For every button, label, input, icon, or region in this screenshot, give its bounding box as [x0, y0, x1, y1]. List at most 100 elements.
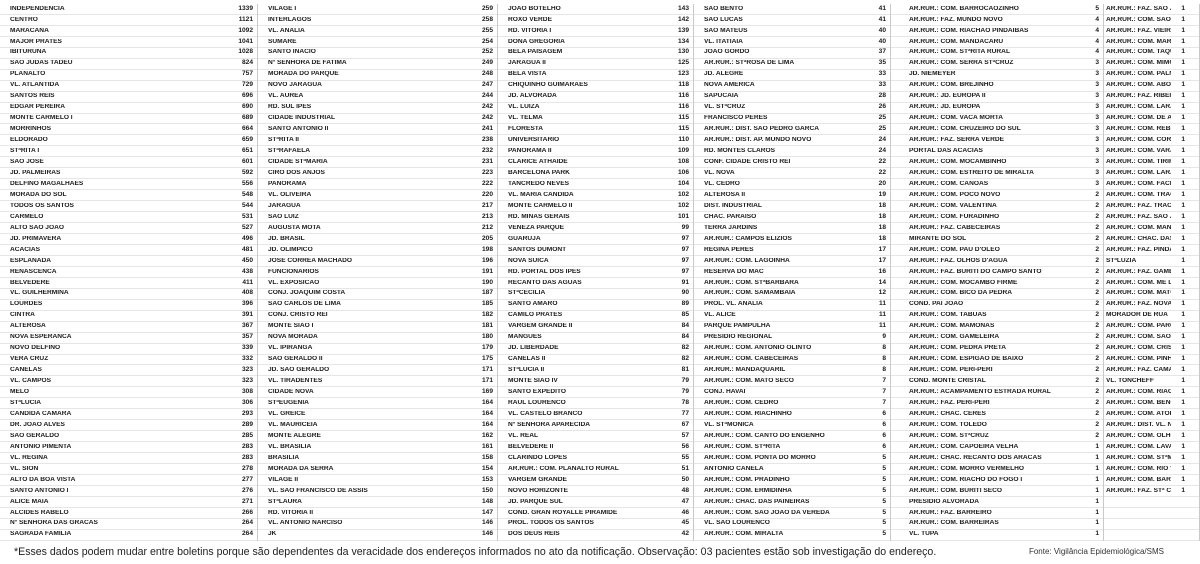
neighborhood-name: JD. PALMEIRAS	[10, 169, 61, 176]
table-row: VL. CASTELO BRANCO 77	[498, 409, 693, 421]
table-row: REGINA PERES 17	[694, 245, 890, 256]
case-count: 248	[481, 70, 493, 78]
neighborhood-name: CIRO DOS ANJOS	[268, 169, 325, 176]
case-count: 125	[677, 59, 689, 67]
table-row: AR.RUR.: COM. RIO VERDE 1	[1104, 464, 1199, 475]
table-row: AR.RUR.: COM. VARJOTA 1	[1104, 146, 1199, 158]
neighborhood-name: NOVO JARAGUA	[268, 82, 322, 89]
case-count: 154	[481, 464, 493, 472]
table-row: CONJ. HAVAI 7	[694, 387, 890, 399]
case-count: 146	[481, 530, 493, 538]
table-row: AR.RUR.: FAZ. TRACADAL 1	[1104, 201, 1199, 213]
neighborhood-name: AR.RUR.: CHAC. RECANTO DOS ARACAS	[909, 454, 1042, 461]
table-row: AR.RUR.: FAZ. PERI-PERI 2	[891, 398, 1103, 410]
case-count: 1	[1181, 431, 1185, 439]
case-count: 3	[1095, 125, 1099, 133]
neighborhood-name: VL. CEDRO	[704, 180, 740, 187]
table-row: AR.RUR.: COM. MAMONAS 2	[891, 322, 1103, 333]
neighborhood-name: MORADA DO SOL	[10, 191, 67, 198]
neighborhood-name: RD. SUL IPES	[268, 104, 312, 111]
case-count: 2	[1095, 212, 1099, 220]
neighborhood-name: ANTONIO CANELA	[704, 465, 764, 472]
table-row: VL. SAO FRANCISCO DE ASSIS 150	[258, 486, 497, 497]
case-count: 1	[1181, 103, 1185, 111]
table-row: AR.RUR.: COM. CANTO DO ENGENHO 6	[694, 431, 890, 443]
neighborhood-name: NOVA AMERICA	[704, 82, 755, 89]
case-count: 97	[681, 234, 689, 242]
neighborhood-name: VL. SION	[10, 465, 39, 472]
table-row: AR.RUR.: CHAC. RECANTO DOS ARACAS 1	[891, 453, 1103, 465]
case-count: 2	[1095, 322, 1099, 330]
neighborhood-name: VARGEM GRANDE II	[508, 323, 573, 330]
table-row: AR.RUR.: COM. MOCAMBO FIRME 2	[891, 278, 1103, 289]
case-count: 42	[681, 530, 689, 538]
neighborhood-name: RD. PORTAL DOS IPES	[508, 268, 581, 275]
case-count: 1	[1095, 530, 1099, 538]
footer: *Esses dados podem mudar entre boletins …	[0, 543, 1200, 564]
table-row: AR.RUR.: COM. CEDRO 7	[694, 398, 890, 410]
neighborhood-name: COND. PAI JOAO	[909, 301, 964, 308]
neighborhood-name: AR.RUR.: COM. ESTREITO DE MIRALTA	[909, 169, 1034, 176]
neighborhood-name: AR.RUR.: COM. SAMAMBAIA	[704, 290, 796, 297]
table-row: RD. MONTES CLAROS 24	[694, 146, 890, 158]
table-row: AR.RUR.: COM. MANGARITO 1	[1104, 223, 1199, 235]
case-count: 222	[481, 179, 493, 187]
neighborhood-name: VL. ITATIAIA	[704, 38, 743, 45]
neighborhood-name: AR.RUR.: COM. MOCAMBINHO	[909, 159, 1007, 166]
neighborhood-name: AR.RUR.: FAZ. GAMELEIRA	[1106, 268, 1171, 275]
case-count: 97	[681, 256, 689, 264]
case-count: 2	[1095, 278, 1099, 286]
neighborhood-name: LOURDES	[10, 301, 43, 308]
case-count: 2	[1095, 201, 1099, 209]
case-count: 1	[1181, 4, 1185, 12]
neighborhood-name: AR.RUR.: COM. SERRA STªCRUZ	[909, 60, 1014, 67]
neighborhood-name: AR.RUR.: COM. MARCELA	[1106, 38, 1171, 45]
case-count: 143	[677, 4, 689, 12]
table-row: AR.RUR.: COM. REBENTAO DOS FERROS 1	[1104, 124, 1199, 136]
table-row: EDGAR PEREIRA 690	[0, 103, 257, 114]
case-count: 244	[481, 92, 493, 100]
case-count: 241	[481, 125, 493, 133]
neighborhood-name: AR.RUR.: COM. LAGOINHA	[704, 257, 790, 264]
table-row: MONTE SIAO IV 79	[498, 376, 693, 388]
case-count: 1	[1181, 333, 1185, 341]
neighborhood-name: RESERVA DO MAC	[704, 268, 764, 275]
neighborhood-name: AR.RUR.: COM. BARROCAOZINHO	[909, 5, 1019, 12]
table-row: RENASCENCA 438	[0, 267, 257, 278]
neighborhood-name: VL. ATLANTIDA	[10, 82, 60, 89]
case-count: 4	[1095, 15, 1099, 23]
case-count: 50	[681, 475, 689, 483]
table-row: JD. LIBERDADE 82	[498, 344, 693, 355]
case-count: 181	[481, 322, 493, 330]
neighborhood-name: PRESIDIO REGIONAL	[704, 334, 773, 341]
table-row: ALICE MAIA 271	[0, 497, 257, 508]
case-count: 323	[241, 366, 253, 374]
case-count: 1	[1181, 256, 1185, 264]
table-row: AR.RUR.: COM. TOLEDO 2	[891, 420, 1103, 432]
neighborhood-name: AR.RUR.: FAZ. CAMARA	[1106, 367, 1171, 374]
table-row: AR.RUR.: DIST. AP. MUNDO NOVO 24	[694, 135, 890, 147]
case-count: 12	[878, 289, 886, 297]
neighborhood-name: VL. TELMA	[508, 115, 543, 122]
case-count: 84	[681, 333, 689, 341]
case-count: 1	[1181, 300, 1185, 308]
case-count: 97	[681, 245, 689, 253]
neighborhood-name: AR.RUR.: COM. VARJOTA	[1106, 148, 1171, 155]
neighborhood-name: AR.RUR.: COM. PARQUE VERDE	[1106, 323, 1171, 330]
neighborhood-name: CAMILO PRATES	[508, 312, 563, 319]
table-row: AR.RUR.: COM. RIACHINHO 6	[694, 409, 890, 421]
neighborhood-name: Nº SENHORA DE FATIMA	[268, 60, 347, 67]
case-count: 18	[878, 201, 886, 209]
neighborhood-name: ALCIDES RABELO	[10, 509, 69, 516]
neighborhood-name: SAO JUDAS TADEU	[10, 60, 73, 67]
neighborhood-name: CONJ. CRISTO REI	[268, 312, 328, 319]
neighborhood-name: CANELAS II	[508, 356, 546, 363]
neighborhood-name: JD. PARQUE SUL	[508, 498, 563, 505]
case-count: 696	[241, 92, 253, 100]
case-count: 1	[1095, 519, 1099, 527]
neighborhood-name: CONJ. JOAQUIM COSTA	[268, 290, 346, 297]
table-row: AR.RUR.: FAZ. BURITI DO CAMPO SANTO 2	[891, 267, 1103, 278]
neighborhood-name: AR.RUR.: COM. PINHEIROS	[1106, 356, 1171, 363]
table-row: VL. GUILHERMINA 408	[0, 289, 257, 300]
case-count: 1	[1181, 136, 1185, 144]
